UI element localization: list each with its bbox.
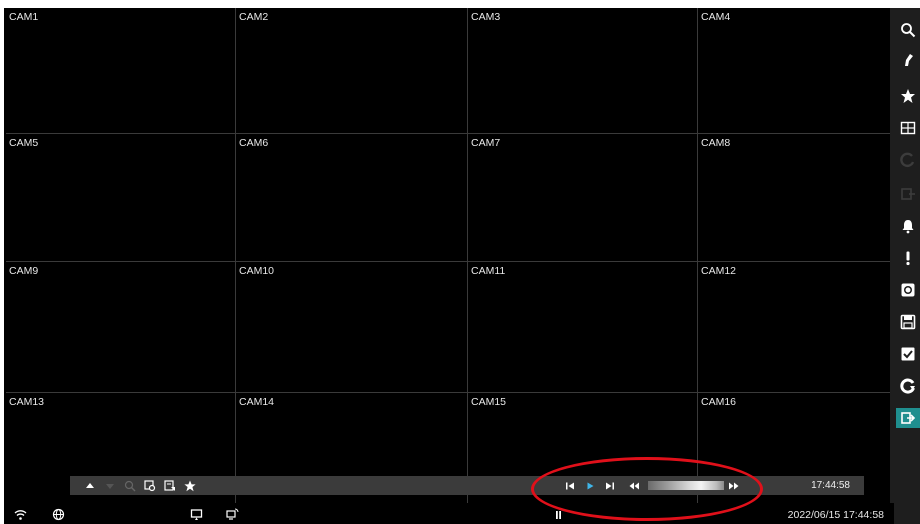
alarm-bell-icon[interactable] [898,216,918,236]
arrow-up-icon[interactable] [84,479,96,492]
bookmark-list-icon[interactable] [164,479,176,492]
camera-label: CAM14 [239,396,275,408]
camera-tile[interactable]: CAM11 [468,262,698,393]
camera-label: CAM9 [9,265,39,277]
camera-tile[interactable]: CAM7 [468,134,698,262]
alert-icon[interactable] [898,248,918,268]
step-forward-icon[interactable] [604,479,616,492]
monitor-icon[interactable] [190,507,203,521]
star-icon[interactable] [184,479,196,492]
camera-tile[interactable]: CAM10 [236,262,468,393]
camera-tile[interactable]: CAM2 [236,8,468,134]
camera-tile[interactable]: CAM5 [6,134,236,262]
camera-tile[interactable]: CAM9 [6,262,236,393]
camera-tile[interactable]: CAM3 [468,8,698,134]
checkbox-icon[interactable] [898,344,918,364]
camera-label: CAM4 [701,11,731,23]
rewind-icon[interactable] [628,479,640,492]
network-globe-icon[interactable] [52,507,65,521]
camera-label: CAM13 [9,396,45,408]
camera-label: CAM6 [239,137,269,149]
camera-label: CAM16 [701,396,737,408]
camera-label: CAM1 [9,11,39,23]
camera-tile[interactable]: CAM4 [698,8,894,134]
playback-speed-slider[interactable] [648,481,724,490]
system-datetime: 2022/06/15 17:44:58 [787,509,884,521]
wifi-icon[interactable] [14,507,27,521]
play-icon[interactable] [584,479,596,492]
playback-time: 17:44:58 [811,480,850,491]
search-icon[interactable] [898,20,918,40]
camera-label: CAM7 [471,137,501,149]
camera-label: CAM5 [9,137,39,149]
pause-icon[interactable] [552,507,565,521]
favorite-star-icon[interactable] [898,86,918,106]
camera-label: CAM12 [701,265,737,277]
layout-grid-icon[interactable] [898,118,918,138]
camera-label: CAM2 [239,11,269,23]
zoom-icon [124,479,136,492]
camera-label: CAM3 [471,11,501,23]
exit-icon[interactable] [896,408,920,428]
camera-grid: CAM1 CAM2 CAM3 CAM4 CAM5 CAM6 CAM7 CAM8 CAM9 CAM1… [6,8,894,524]
ptz-icon[interactable] [898,50,918,70]
camera-label: CAM15 [471,396,507,408]
camera-label: CAM10 [239,265,275,277]
step-back-icon[interactable] [564,479,576,492]
playback-toolbar: 17:44:58 [70,476,864,495]
record-icon[interactable] [898,280,918,300]
right-sidebar [894,8,920,524]
camera-tile[interactable]: CAM12 [698,262,894,393]
camera-tile[interactable]: CAM1 [6,8,236,134]
camera-label: CAM11 [471,265,506,277]
camera-view-screen: CAM1 CAM2 CAM3 CAM4 CAM5 CAM6 CAM7 CAM8 CAM9 CAM1… [4,8,894,524]
cast-icon[interactable] [226,507,239,521]
camera-label: CAM8 [701,137,731,149]
fast-forward-icon[interactable] [728,479,740,492]
arrow-down-icon [104,479,116,492]
backup-icon[interactable] [898,376,918,396]
snapshot-search-icon[interactable] [144,479,156,492]
camera-tile[interactable]: CAM6 [236,134,468,262]
status-bar: 2022/06/15 17:44:58 [4,503,894,524]
refresh-icon [898,150,918,170]
camera-tile[interactable]: CAM8 [698,134,894,262]
export-icon [898,184,918,204]
save-icon[interactable] [898,312,918,332]
